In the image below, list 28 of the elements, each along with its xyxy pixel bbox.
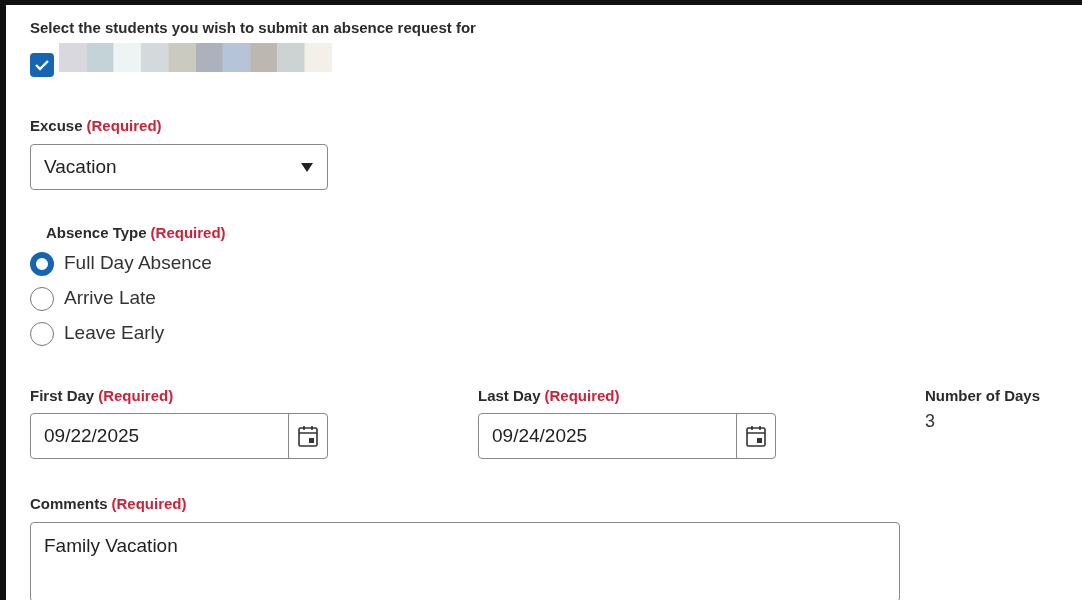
field-label: Absence Type	[46, 224, 147, 242]
excuse-dropdown[interactable]: Vacation	[30, 144, 328, 190]
radio-button[interactable]	[30, 321, 54, 346]
dropdown-caret-icon	[301, 162, 313, 172]
field-label: First Day	[30, 387, 95, 405]
checkmark-icon	[34, 59, 50, 71]
date-field[interactable]: 09/24/2025	[478, 413, 776, 459]
required-label: (Required)	[150, 224, 226, 242]
required-label: (Required)	[98, 387, 174, 405]
radio-button[interactable]	[30, 251, 54, 276]
checkbox[interactable]	[30, 53, 54, 77]
field-label: Last Day	[478, 387, 541, 405]
required-label: (Required)	[111, 495, 187, 513]
calendar-icon[interactable]	[746, 425, 766, 447]
radio-label[interactable]: Arrive Late	[64, 284, 156, 313]
field-label: Comments	[30, 495, 108, 513]
field-label: Number of Days	[925, 387, 1041, 405]
required-label: (Required)	[544, 387, 620, 405]
comments-field[interactable]: Family Vacation	[30, 522, 900, 600]
date-field[interactable]: 09/22/2025	[30, 413, 328, 459]
calendar-icon[interactable]	[298, 425, 318, 447]
section-heading: Select the students you wish to submit an absence request for	[30, 19, 477, 37]
field-label: Excuse	[30, 117, 83, 135]
number-of-days-value: 3	[925, 410, 936, 433]
radio-button[interactable]	[30, 286, 54, 311]
radio-label[interactable]: Full Day Absence	[64, 249, 212, 278]
required-label: (Required)	[86, 117, 162, 135]
radio-label[interactable]: Leave Early	[64, 319, 165, 348]
